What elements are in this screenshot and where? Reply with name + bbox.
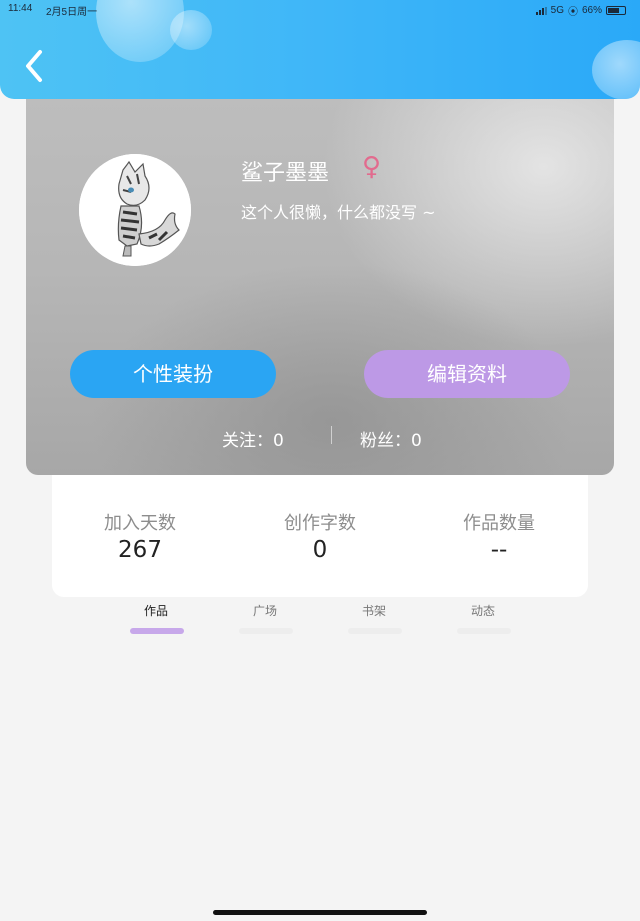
- stat-label: 加入天数: [104, 513, 176, 534]
- tab-indicator: [348, 628, 402, 634]
- status-date: 2月5日周一: [46, 7, 98, 18]
- signal-icon: [535, 6, 547, 15]
- tab-feed[interactable]: 动态: [443, 602, 523, 619]
- battery-icon: [606, 6, 626, 15]
- stat-label: 创作字数: [284, 513, 356, 534]
- decorative-bubble: [592, 40, 640, 99]
- status-bar: 11:44 2月5日周一 5G ⦿ 66%: [0, 0, 640, 18]
- home-indicator[interactable]: [213, 910, 427, 915]
- status-indicators: 5G ⦿ 66%: [535, 3, 626, 18]
- user-name: 鲨子墨墨: [241, 161, 330, 186]
- customize-style-button[interactable]: 个性装扮: [70, 350, 276, 398]
- back-button[interactable]: [18, 46, 54, 86]
- tab-indicator: [239, 628, 293, 634]
- stat-value: 267: [118, 537, 162, 563]
- stat-works-count: 作品数量 --: [429, 509, 569, 563]
- social-divider: [331, 426, 332, 444]
- avatar[interactable]: [79, 154, 191, 266]
- stat-value: --: [490, 537, 508, 563]
- stat-words-written: 创作字数 0: [250, 509, 390, 563]
- following-count[interactable]: 关注：0: [222, 426, 284, 451]
- stats-panel: 加入天数 267 创作字数 0 作品数量 --: [52, 475, 588, 597]
- tab-bookshelf[interactable]: 书架: [334, 602, 414, 619]
- network-label: 5G: [550, 5, 564, 16]
- user-bio: 这个人很懒，什么都没写 ~: [241, 203, 436, 222]
- female-gender-icon: ♀: [362, 152, 382, 182]
- tab-works[interactable]: 作品: [116, 602, 196, 619]
- profile-card: 鲨子墨墨 ♀ 这个人很懒，什么都没写 ~ 个性装扮 编辑资料 关注：0 粉丝：0: [26, 99, 614, 475]
- battery-percent: 66%: [581, 5, 602, 16]
- chevron-left-icon: [26, 50, 42, 82]
- tab-square[interactable]: 广场: [225, 602, 305, 619]
- orientation-lock-icon: ⦿: [567, 7, 578, 18]
- stat-label: 作品数量: [463, 513, 535, 534]
- top-header: 11:44 2月5日周一 5G ⦿ 66%: [0, 0, 640, 99]
- stat-value: 0: [312, 537, 328, 563]
- followers-count[interactable]: 粉丝：0: [360, 426, 422, 451]
- edit-profile-button[interactable]: 编辑资料: [364, 350, 570, 398]
- tab-indicator-active: [130, 628, 184, 634]
- stat-days-joined: 加入天数 267: [70, 509, 210, 563]
- status-time: 11:44: [8, 3, 33, 14]
- tab-indicator: [457, 628, 511, 634]
- avatar-illustration: [79, 154, 191, 266]
